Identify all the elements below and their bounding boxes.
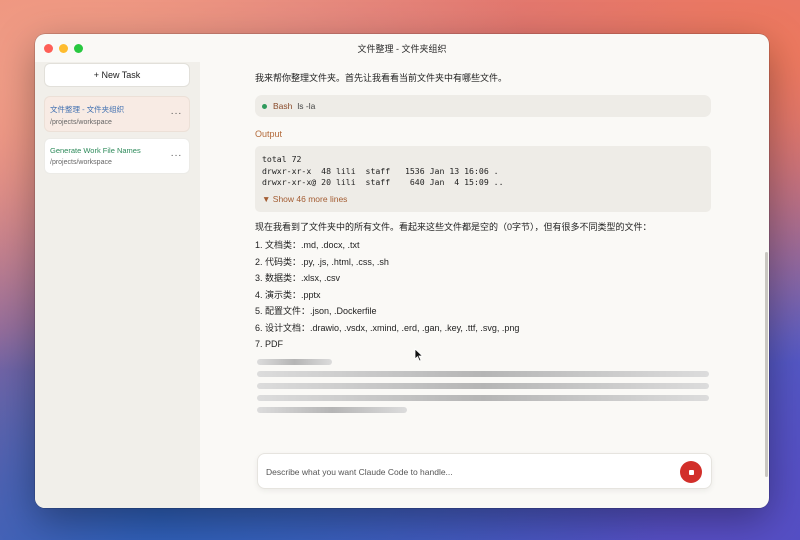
window-controls (44, 44, 83, 53)
assistant-summary-text: 现在我看到了文件夹中的所有文件。看起来这些文件都是空的（0字节），但有很多不同类… (255, 222, 652, 232)
output-line: drwxr-xr-x@ 20 lili staff 640 Jan 4 15:0… (262, 177, 504, 187)
tool-call-bash[interactable]: Bash ls -la (255, 95, 711, 117)
output-line: total 72 (262, 154, 302, 164)
assistant-intro-text: 我来帮你整理文件夹。首先让我看看当前文件夹中有哪些文件。 (255, 73, 508, 83)
close-window-button[interactable] (44, 44, 53, 53)
sidebar-task-file-organize[interactable]: 文件整理 - 文件夹组织 /projects/workspace ··· (44, 96, 190, 132)
list-item: 4. 演示类：.pptx (255, 289, 321, 300)
task-path: /projects/workspace (50, 119, 112, 126)
list-item: 5. 配置文件：.json, .Dockerfile (255, 306, 377, 316)
list-item: 3. 数据类：.xlsx, .csv (255, 273, 341, 283)
minimize-window-button[interactable] (59, 44, 68, 53)
loading-skeleton-bar (257, 359, 332, 365)
output-block: total 72 drwxr-xr-x 48 lili staff 1536 J… (255, 146, 711, 212)
list-item: 7. PDF (255, 339, 284, 349)
stop-button[interactable] (680, 461, 702, 483)
task-prompt-input[interactable] (266, 464, 666, 480)
green-dot-icon (262, 103, 267, 109)
title-bar: 文件整理 - 文件夹组织 (35, 34, 769, 62)
tool-command: ls -la (297, 101, 316, 111)
task-title: 文件整理 - 文件夹组织 (50, 105, 125, 114)
loading-skeleton-bar (257, 407, 407, 413)
task-title: Generate Work File Names (50, 146, 141, 155)
composer (257, 453, 712, 489)
list-item: 2. 代码类：.py, .js, .html, .css, .sh (255, 256, 389, 267)
task-path: /projects/workspace (50, 159, 112, 166)
loading-skeleton-bar (257, 383, 709, 389)
loading-skeleton-bar (257, 395, 709, 401)
scrollbar[interactable] (764, 62, 769, 482)
output-line: drwxr-xr-x 48 lili staff 1536 Jan 13 16:… (262, 165, 499, 176)
sidebar-task-generate-names[interactable]: Generate Work File Names /projects/works… (44, 138, 190, 174)
ellipsis-icon[interactable]: ··· (171, 108, 183, 119)
new-task-button[interactable]: + New Task (44, 63, 190, 87)
window-title: 文件整理 - 文件夹组织 (357, 43, 447, 54)
show-more-lines-toggle[interactable]: ▼ Show 46 more lines (262, 194, 704, 204)
ellipsis-icon[interactable]: ··· (171, 150, 183, 161)
maximize-window-button[interactable] (74, 44, 83, 53)
output-label: Output (255, 129, 283, 139)
list-item: 1. 文档类：.md, .docx, .txt (255, 240, 360, 250)
stop-square-icon (688, 469, 694, 475)
file-type-list: 1. 文档类：.md, .docx, .txt 2. 代码类：.py, .js,… (255, 237, 519, 353)
list-item: 6. 设计文档：.drawio, .vsdx, .xmind, .erd, .g… (255, 322, 520, 333)
mouse-pointer-icon (414, 348, 424, 362)
scrollbar-thumb[interactable] (765, 252, 768, 477)
tool-name: Bash (273, 101, 293, 111)
loading-skeleton-bar (257, 371, 709, 377)
